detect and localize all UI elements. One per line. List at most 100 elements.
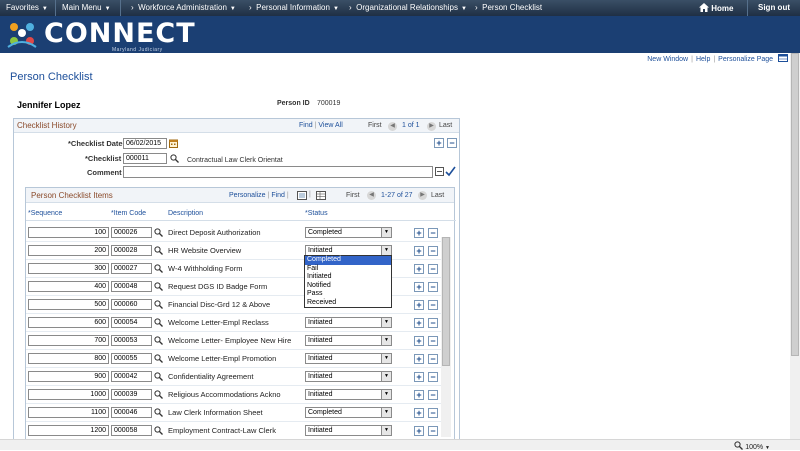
status-column-header[interactable]: *Status <box>305 210 328 217</box>
status-select[interactable]: Initiated ▼ <box>305 317 392 328</box>
chevron-down-icon[interactable]: ▼ <box>381 354 391 363</box>
item-code-column-header[interactable]: *Item Code <box>111 210 146 217</box>
lookup-icon[interactable] <box>154 372 163 381</box>
help-link[interactable]: Help <box>696 56 710 63</box>
item-code-input[interactable]: 000026 <box>111 227 152 238</box>
items-find-link[interactable]: Find <box>271 192 285 199</box>
sequence-input[interactable]: 600 <box>28 317 109 328</box>
chevron-down-icon[interactable]: ▼ <box>381 408 391 417</box>
delete-row-icon[interactable]: − <box>428 282 438 292</box>
checklist-date-input[interactable]: 06/02/2015 <box>123 138 167 149</box>
status-option[interactable]: Fail <box>305 265 391 274</box>
personalize-page-link[interactable]: Personalize Page <box>718 56 773 63</box>
page-scroll-thumb[interactable] <box>791 53 799 356</box>
delete-row-icon[interactable]: − <box>428 372 438 382</box>
item-code-input[interactable]: 000048 <box>111 281 152 292</box>
comment-input[interactable] <box>123 166 433 178</box>
lookup-icon[interactable] <box>170 154 179 163</box>
status-select[interactable]: Initiated ▼ <box>305 389 392 400</box>
next-arrow-icon[interactable]: ▶ <box>418 191 427 200</box>
checklist-code-input[interactable]: 000011 <box>123 153 167 164</box>
chevron-down-icon[interactable]: ▼ <box>381 228 391 237</box>
chevron-down-icon[interactable]: ▼ <box>381 426 391 435</box>
status-select[interactable]: Completed ▼ <box>305 407 392 418</box>
breadcrumb-organizational-relationships[interactable]: › Organizational Relationships ▼ <box>349 3 467 12</box>
item-code-input[interactable]: 000060 <box>111 299 152 310</box>
status-option[interactable]: Notified <box>305 282 391 291</box>
status-option[interactable]: Pass <box>305 290 391 299</box>
add-row-icon[interactable]: + <box>414 336 424 346</box>
next-arrow-icon[interactable]: ▶ <box>427 122 436 131</box>
lookup-icon[interactable] <box>154 354 163 363</box>
add-row-icon[interactable]: + <box>414 318 424 328</box>
items-personalize-link[interactable]: Personalize <box>229 192 266 199</box>
history-view-all-link[interactable]: View All <box>318 122 342 129</box>
new-window-link[interactable]: New Window <box>647 56 688 63</box>
chevron-down-icon[interactable]: ▼ <box>381 372 391 381</box>
sequence-input[interactable]: 1200 <box>28 425 109 436</box>
delete-row-icon[interactable]: − <box>428 390 438 400</box>
sign-out-link[interactable]: Sign out <box>758 3 790 12</box>
sequence-input[interactable]: 700 <box>28 335 109 346</box>
spellcheck-icon[interactable] <box>445 166 456 177</box>
add-row-icon[interactable]: + <box>414 264 424 274</box>
lookup-icon[interactable] <box>154 282 163 291</box>
add-row-icon[interactable]: + <box>414 354 424 364</box>
lookup-icon[interactable] <box>154 228 163 237</box>
item-code-input[interactable]: 000028 <box>111 245 152 256</box>
item-code-input[interactable]: 000053 <box>111 335 152 346</box>
add-row-icon[interactable]: + <box>414 372 424 382</box>
prev-arrow-icon[interactable]: ◀ <box>388 122 397 131</box>
prev-arrow-icon[interactable]: ◀ <box>367 191 376 200</box>
delete-row-icon[interactable]: − <box>428 228 438 238</box>
lookup-icon[interactable] <box>154 408 163 417</box>
chevron-down-icon[interactable]: ▼ <box>381 318 391 327</box>
lookup-icon[interactable] <box>154 264 163 273</box>
sequence-input[interactable]: 800 <box>28 353 109 364</box>
home-link[interactable]: Home <box>699 3 733 13</box>
page-vertical-scrollbar[interactable] <box>790 53 800 439</box>
sequence-input[interactable]: 300 <box>28 263 109 274</box>
status-select[interactable]: Initiated ▼ <box>305 371 392 382</box>
expand-comment-icon[interactable] <box>435 167 444 176</box>
grid-vertical-scrollbar[interactable] <box>441 237 451 437</box>
breadcrumb-person-checklist[interactable]: › Person Checklist <box>475 3 542 12</box>
delete-row-icon[interactable]: − <box>428 336 438 346</box>
sequence-input[interactable]: 1000 <box>28 389 109 400</box>
add-row-icon[interactable]: + <box>414 426 424 436</box>
delete-row-icon[interactable]: − <box>428 246 438 256</box>
breadcrumb-personal-information[interactable]: › Personal Information ▼ <box>249 3 339 12</box>
lookup-icon[interactable] <box>154 246 163 255</box>
sequence-input[interactable]: 1100 <box>28 407 109 418</box>
delete-row-icon[interactable]: − <box>428 354 438 364</box>
breadcrumb-workforce-administration[interactable]: › Workforce Administration ▼ <box>131 3 236 12</box>
status-option[interactable]: Received <box>305 299 391 308</box>
add-row-icon[interactable]: + <box>414 246 424 256</box>
personalize-grid-icon[interactable] <box>778 54 788 62</box>
item-code-input[interactable]: 000042 <box>111 371 152 382</box>
status-select[interactable]: Completed ▼ <box>305 227 392 238</box>
status-option[interactable]: Completed <box>305 256 391 265</box>
favorites-menu[interactable]: Favorites ▼ <box>6 3 48 12</box>
chevron-down-icon[interactable]: ▼ <box>381 336 391 345</box>
lookup-icon[interactable] <box>154 426 163 435</box>
lookup-icon[interactable] <box>154 390 163 399</box>
add-row-icon[interactable]: + <box>414 300 424 310</box>
chevron-down-icon[interactable]: ▼ <box>381 390 391 399</box>
lookup-icon[interactable] <box>154 318 163 327</box>
delete-row-icon[interactable]: − <box>428 426 438 436</box>
status-select[interactable]: Initiated ▼ <box>305 335 392 346</box>
add-row-icon[interactable]: + <box>414 390 424 400</box>
download-grid-icon[interactable] <box>316 191 326 200</box>
delete-row-icon[interactable]: − <box>428 300 438 310</box>
item-code-input[interactable]: 000055 <box>111 353 152 364</box>
description-column-header[interactable]: Description <box>168 210 203 217</box>
lookup-icon[interactable] <box>154 336 163 345</box>
sequence-input[interactable]: 200 <box>28 245 109 256</box>
item-code-input[interactable]: 000027 <box>111 263 152 274</box>
grid-scroll-thumb[interactable] <box>442 237 450 366</box>
sequence-input[interactable]: 500 <box>28 299 109 310</box>
delete-row-icon[interactable]: − <box>428 264 438 274</box>
chevron-down-icon[interactable]: ▼ <box>381 246 391 255</box>
status-select[interactable]: Initiated ▼ <box>305 353 392 364</box>
